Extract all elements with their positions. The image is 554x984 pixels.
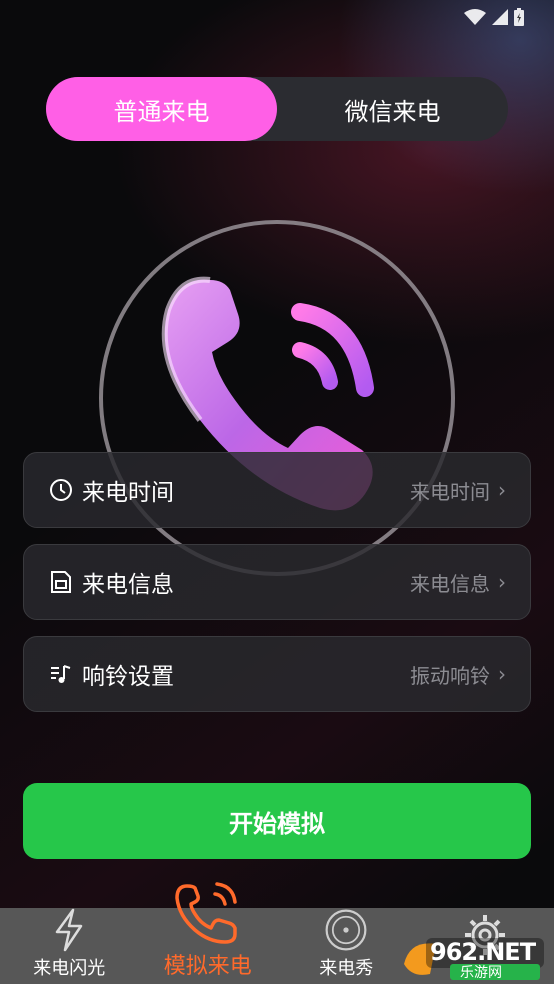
setting-value: 振动响铃 [410,663,490,688]
status-bar [464,8,524,26]
nav-label: 来电闪光 [33,958,106,979]
sim-card-icon [48,569,74,595]
start-simulation-button[interactable]: 开始模拟 [23,783,531,859]
nav-item-call-flash[interactable]: 来电闪光 [0,908,139,984]
chevron-right-icon: › [498,570,506,594]
watermark: 962.NET 乐游网 [400,934,548,981]
tab-wechat-call[interactable]: 微信来电 [277,77,508,141]
watermark-subtext: 乐游网 [460,965,502,981]
setting-row-ringtone[interactable]: 响铃设置 振动响铃 › [23,636,531,712]
signal-icon [492,9,508,25]
wifi-icon [464,9,486,25]
setting-label: 响铃设置 [82,664,174,690]
setting-row-call-info[interactable]: 来电信息 来电信息 › [23,544,531,620]
badge-icon [325,909,367,951]
setting-row-call-time[interactable]: 来电时间 来电时间 › [23,452,531,528]
setting-label: 来电时间 [82,480,174,506]
chevron-right-icon: › [498,662,506,686]
setting-label: 来电信息 [82,572,174,598]
setting-value: 来电信息 [410,571,490,596]
lightning-icon [56,908,83,952]
music-note-icon [48,661,74,687]
battery-icon [514,8,524,26]
clock-icon [48,477,74,503]
nav-label: 来电秀 [319,958,374,979]
chevron-right-icon: › [498,478,506,502]
tab-normal-call[interactable]: 普通来电 [46,77,277,141]
nav-label: 模拟来电 [163,954,252,979]
setting-value: 来电时间 [410,479,490,504]
nav-item-simulated-call[interactable]: 模拟来电 [139,882,278,984]
phone-ringing-icon [175,882,237,944]
call-type-toggle: 普通来电 微信来电 [46,77,508,141]
nav-item-call-show[interactable]: 来电秀 [277,908,416,984]
